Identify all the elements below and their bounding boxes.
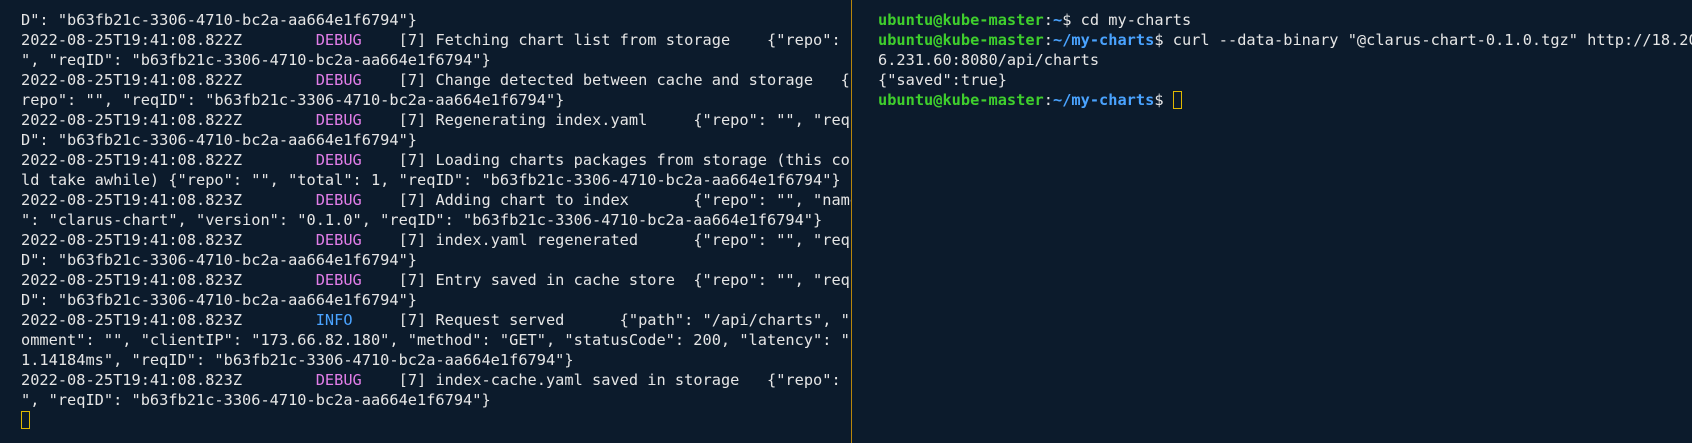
log-line: 2022-08-25T19:41:08.823Z DEBUG [7] Entry… — [21, 270, 851, 290]
log-timestamp: 2022-08-25T19:41:08.823Z — [21, 231, 243, 249]
log-continuation: D": "b63fb21c-3306-4710-bc2a-aa664e1f679… — [21, 291, 418, 309]
log-timestamp: 2022-08-25T19:41:08.822Z — [21, 31, 243, 49]
log-message: [7] Request served {"path": "/api/charts… — [398, 311, 851, 329]
log-level: DEBUG — [315, 111, 362, 129]
log-timestamp: 2022-08-25T19:41:08.822Z — [21, 111, 243, 129]
log-continuation: D": "b63fb21c-3306-4710-bc2a-aa664e1f679… — [21, 131, 418, 149]
log-continuation: ": "clarus-chart", "version": "0.1.0", "… — [21, 211, 823, 229]
log-message: [7] Regenerating index.yaml {"repo": "",… — [398, 111, 851, 129]
log-timestamp: 2022-08-25T19:41:08.822Z — [21, 151, 243, 169]
log-line: 2022-08-25T19:41:08.822Z DEBUG [7] Loadi… — [21, 150, 851, 170]
log-line: D": "b63fb21c-3306-4710-bc2a-aa664e1f679… — [21, 290, 851, 310]
log-timestamp: 2022-08-25T19:41:08.823Z — [21, 191, 243, 209]
log-line: D": "b63fb21c-3306-4710-bc2a-aa664e1f679… — [21, 10, 851, 30]
log-continuation: 1.14184ms", "reqID": "b63fb21c-3306-4710… — [21, 351, 574, 369]
log-line: 2022-08-25T19:41:08.823Z DEBUG [7] Addin… — [21, 190, 851, 210]
log-continuation: omment": "", "clientIP": "173.66.82.180"… — [21, 331, 850, 349]
log-level: DEBUG — [315, 71, 362, 89]
shell-output: {"saved":true} — [878, 71, 1007, 89]
prompt-user-host: ubuntu@kube-master — [878, 31, 1044, 49]
shell-line: ubuntu@kube-master:~/my-charts$ curl --d… — [878, 30, 1692, 50]
left-terminal-pane[interactable]: D": "b63fb21c-3306-4710-bc2a-aa664e1f679… — [0, 0, 851, 443]
log-continuation: D": "b63fb21c-3306-4710-bc2a-aa664e1f679… — [21, 251, 418, 269]
log-message: [7] Fetching chart list from storage {"r… — [398, 31, 851, 49]
log-continuation: ", "reqID": "b63fb21c-3306-4710-bc2a-aa6… — [21, 391, 491, 409]
log-line: 2022-08-25T19:41:08.822Z DEBUG [7] Fetch… — [21, 30, 851, 50]
log-level: DEBUG — [315, 191, 362, 209]
log-continuation: ", "reqID": "b63fb21c-3306-4710-bc2a-aa6… — [21, 51, 491, 69]
prompt-path: ~ — [1053, 11, 1063, 29]
log-line: 2022-08-25T19:41:08.823Z DEBUG [7] index… — [21, 370, 851, 390]
log-continuation: D": "b63fb21c-3306-4710-bc2a-aa664e1f679… — [21, 11, 418, 29]
log-line: 2022-08-25T19:41:08.822Z DEBUG [7] Regen… — [21, 110, 851, 130]
shell-command: curl --data-binary "@clarus-chart-0.1.0.… — [1172, 31, 1692, 49]
shell-line: 6.231.60:8080/api/charts — [878, 50, 1692, 70]
log-line: 2022-08-25T19:41:08.822Z DEBUG [7] Chang… — [21, 70, 851, 90]
log-line: 2022-08-25T19:41:08.823Z INFO [7] Reques… — [21, 310, 851, 330]
log-message: [7] Entry saved in cache store {"repo": … — [398, 271, 851, 289]
cursor-block — [1172, 91, 1182, 109]
right-terminal-pane[interactable]: ubuntu@kube-master:~$ cd my-charts ubuntu… — [852, 0, 1692, 443]
shell-line: ubuntu@kube-master:~$ cd my-charts — [878, 11, 1192, 29]
log-level: INFO — [315, 311, 353, 329]
shell-command: cd my-charts — [1080, 11, 1192, 29]
shell-line: {"saved":true} — [878, 70, 1692, 90]
active-prompt-line[interactable]: ubuntu@kube-master:~/my-charts$ — [878, 90, 1692, 110]
log-line: omment": "", "clientIP": "173.66.82.180"… — [21, 330, 851, 350]
log-line: 2022-08-25T19:41:08.823Z DEBUG [7] index… — [21, 230, 851, 250]
prompt-path: ~/my-charts — [1053, 31, 1155, 49]
log-message: [7] Loading charts packages from storage… — [398, 151, 851, 169]
left-cursor-line — [21, 410, 851, 430]
prompt-path: ~/my-charts — [1053, 91, 1155, 109]
log-level: DEBUG — [315, 371, 362, 389]
log-level: DEBUG — [315, 271, 362, 289]
log-line: D": "b63fb21c-3306-4710-bc2a-aa664e1f679… — [21, 250, 851, 270]
log-continuation: repo": "", "reqID": "b63fb21c-3306-4710-… — [21, 91, 565, 109]
log-line: ": "clarus-chart", "version": "0.1.0", "… — [21, 210, 851, 230]
prompt-user-host: ubuntu@kube-master — [878, 11, 1044, 29]
log-message: [7] index-cache.yaml saved in storage {"… — [398, 371, 851, 389]
log-level: DEBUG — [315, 31, 362, 49]
cursor-block — [21, 411, 30, 429]
log-timestamp: 2022-08-25T19:41:08.822Z — [21, 71, 243, 89]
shell-output: 6.231.60:8080/api/charts — [878, 51, 1100, 69]
log-message: [7] Adding chart to index {"repo": "", "… — [398, 191, 851, 209]
log-line: ", "reqID": "b63fb21c-3306-4710-bc2a-aa6… — [21, 390, 851, 410]
log-line: repo": "", "reqID": "b63fb21c-3306-4710-… — [21, 90, 851, 110]
log-message: [7] Change detected between cache and st… — [398, 71, 851, 89]
log-level: DEBUG — [315, 151, 362, 169]
log-timestamp: 2022-08-25T19:41:08.823Z — [21, 311, 243, 329]
log-continuation: ld take awhile) {"repo": "", "total": 1,… — [21, 171, 841, 189]
prompt-user-host: ubuntu@kube-master — [878, 91, 1044, 109]
log-line: 1.14184ms", "reqID": "b63fb21c-3306-4710… — [21, 350, 851, 370]
log-level: DEBUG — [315, 231, 362, 249]
log-line: ld take awhile) {"repo": "", "total": 1,… — [21, 170, 851, 190]
log-timestamp: 2022-08-25T19:41:08.823Z — [21, 271, 243, 289]
terminal-window: D": "b63fb21c-3306-4710-bc2a-aa664e1f679… — [0, 0, 1692, 443]
log-timestamp: 2022-08-25T19:41:08.823Z — [21, 371, 243, 389]
log-line: ", "reqID": "b63fb21c-3306-4710-bc2a-aa6… — [21, 50, 851, 70]
log-line: D": "b63fb21c-3306-4710-bc2a-aa664e1f679… — [21, 130, 851, 150]
log-message: [7] index.yaml regenerated {"repo": "", … — [398, 231, 851, 249]
